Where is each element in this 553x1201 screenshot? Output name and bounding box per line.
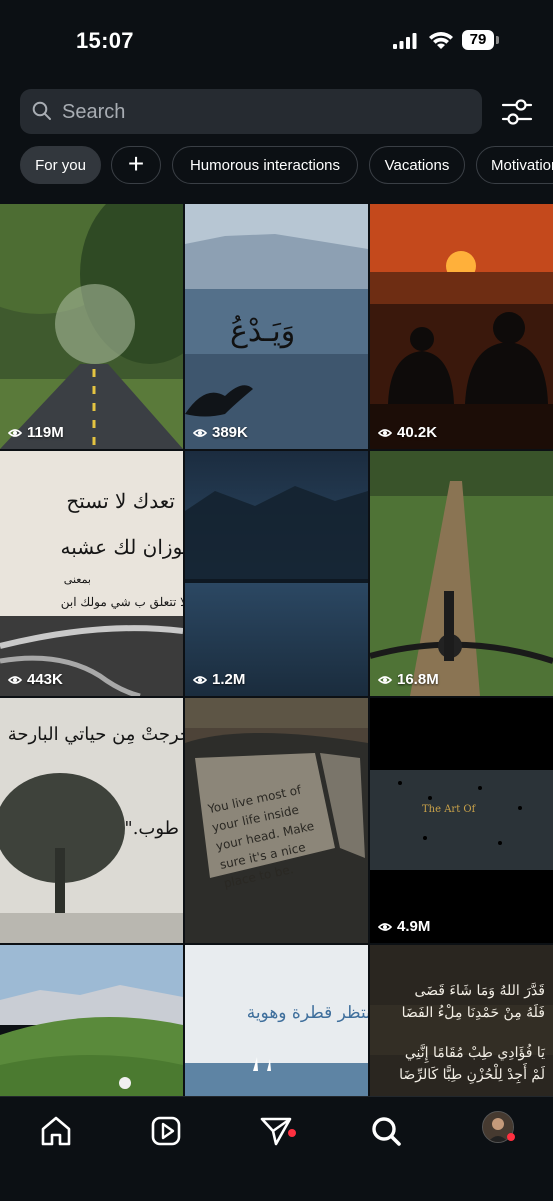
- message-notification-dot: [288, 1129, 296, 1137]
- bike-trail-image: [370, 451, 553, 696]
- battery-cap: [496, 36, 499, 44]
- grid-tile-art-of-birds[interactable]: The Art Of 4.9M: [370, 698, 553, 943]
- grid-tile-sailboats[interactable]: تنتظر قطرة وهوية: [185, 945, 368, 1096]
- status-time: 15:07: [76, 28, 134, 53]
- arabic-note-image: [0, 451, 183, 696]
- note-line-2: لوزان لك عشبه: [60, 535, 183, 559]
- green-hills-image: [0, 945, 183, 1096]
- sunset-couple-image: [370, 204, 553, 449]
- view-count: 16.8M: [378, 671, 439, 688]
- chip-motivation[interactable]: Motivation: [476, 146, 553, 184]
- grid-tile-arabic-note-road[interactable]: تعدك لا تستح لوزان لك عشبه بمعنى لا تتعل…: [0, 451, 183, 696]
- note-line-3: بمعنى: [63, 573, 91, 586]
- misty-lake-image: [185, 451, 368, 696]
- grid-tile-bike-trail[interactable]: 16.8M: [370, 451, 553, 696]
- bottom-navigation: [0, 1096, 553, 1201]
- grid-tile-road[interactable]: 119M: [0, 204, 183, 449]
- reels-icon[interactable]: [146, 1111, 186, 1151]
- eye-icon: [8, 428, 22, 437]
- grid-tile-green-hills[interactable]: [0, 945, 183, 1096]
- view-count-label: 443K: [27, 671, 63, 688]
- poem-line-3: يَا فُؤَادِي طِبْ مُقَامًا إِنَّنِي: [404, 1045, 545, 1061]
- tile-overlay-text: تنتظر قطرة وهوية: [246, 1003, 368, 1023]
- view-count-label: 40.2K: [397, 424, 438, 441]
- filter-icon[interactable]: [499, 94, 535, 130]
- tree-line-2: طوب.": [124, 818, 179, 839]
- view-count-label: 389K: [212, 424, 248, 441]
- explore-grid: 119M وَيَـدْعُ 389K 40.2K تعدك لا تستح ل…: [0, 204, 553, 1096]
- tree-line-1: خرجتْ مِن حياتي البارحة: [7, 724, 183, 745]
- road-image: [0, 204, 183, 449]
- home-icon[interactable]: [36, 1111, 76, 1151]
- category-chips: For you + Humorous interactions Vacation…: [20, 146, 553, 186]
- view-count: 119M: [8, 424, 64, 441]
- grid-tile-misty-lake[interactable]: 1.2M: [185, 451, 368, 696]
- chip-add-button[interactable]: +: [111, 146, 161, 184]
- eye-icon: [8, 675, 22, 684]
- poem-line-4: لَمْ أَجِدْ لِلْحُزْنِ طِبًّا كَالرِّضَا: [399, 1067, 545, 1083]
- grid-tile-arabic-tree[interactable]: خرجتْ مِن حياتي البارحة طوب.": [0, 698, 183, 943]
- eye-icon: [378, 675, 392, 684]
- grid-tile-car-window[interactable]: You live most of your life inside your h…: [185, 698, 368, 943]
- grid-tile-sunset-couple[interactable]: 40.2K: [370, 204, 553, 449]
- tile-overlay-text: The Art Of: [422, 804, 476, 815]
- view-count-label: 16.8M: [397, 671, 439, 688]
- view-count: 1.2M: [193, 671, 245, 688]
- eye-icon: [378, 922, 392, 931]
- eye-icon: [193, 675, 207, 684]
- view-count: 389K: [193, 424, 248, 441]
- status-bar: 15:07 79: [0, 0, 553, 84]
- chip-humorous-interactions[interactable]: Humorous interactions: [172, 146, 358, 184]
- wifi-icon: [429, 32, 453, 49]
- grid-tile-arabic-poem[interactable]: قَدَّرَ اللهُ وَمَا شَاءَ قَضَى فَلَهُ م…: [370, 945, 553, 1096]
- cellular-signal-icon: [393, 33, 417, 49]
- search-bar[interactable]: [20, 89, 482, 136]
- birds-sea-image: [370, 698, 553, 943]
- grid-tile-sea-whale[interactable]: وَيَـدْعُ 389K: [185, 204, 368, 449]
- view-count: 4.9M: [378, 918, 430, 935]
- poem-line-1: قَدَّرَ اللهُ وَمَا شَاءَ قَضَى: [414, 983, 545, 999]
- view-count: 40.2K: [378, 424, 437, 441]
- chip-for-you[interactable]: For you: [20, 146, 101, 184]
- poem-line-2: فَلَهُ مِنْ حَمْدِنَا مِلْءُ الفَضَا: [401, 1005, 545, 1021]
- view-count: 443K: [8, 671, 63, 688]
- search-icon[interactable]: [366, 1111, 406, 1151]
- view-count-label: 4.9M: [397, 918, 431, 935]
- search-input[interactable]: [60, 89, 464, 136]
- battery-indicator: 79: [462, 30, 494, 50]
- eye-icon: [193, 428, 207, 437]
- eye-icon: [378, 428, 392, 437]
- view-count-label: 1.2M: [212, 671, 246, 688]
- chip-vacations[interactable]: Vacations: [369, 146, 465, 184]
- view-count-label: 119M: [27, 424, 64, 441]
- note-line-4: لا تتعلق ب شي مولك ابن: [60, 595, 183, 609]
- search-icon: [32, 101, 51, 120]
- profile-notification-dot: [507, 1133, 515, 1141]
- note-line-1: تعدك لا تستح: [66, 489, 175, 513]
- tile-overlay-text: وَيَـدْعُ: [230, 314, 296, 349]
